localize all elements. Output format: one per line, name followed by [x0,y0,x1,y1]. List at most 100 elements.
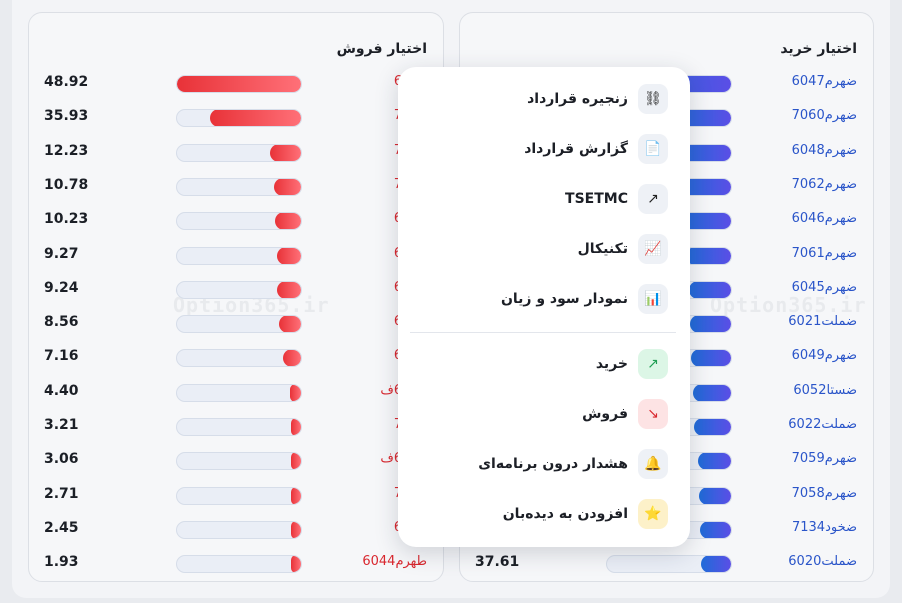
volume-bar [176,315,302,334]
menu-item-arrow-up-right[interactable]: ↗ خرید [596,348,668,380]
volume-bar-fill [291,521,301,538]
option-value: 9.27 [44,245,79,262]
menu-item-label: فروش [582,406,628,422]
sell_panel-option-row[interactable]: 605310.23 [29,211,443,231]
sell_panel-option-row[interactable]: 6023ف4.40 [29,383,443,403]
volume-bar [176,109,302,128]
sell_panel-option-row[interactable]: 60462.45 [29,520,443,540]
buy_panel-option-row[interactable]: ضملت6020 37.61 [460,554,873,574]
volume-bar-fill [291,487,301,504]
volume-bar [176,383,302,402]
option-symbol[interactable]: ضهرم6047 [792,74,857,89]
external-link-icon: ↗ [638,184,668,214]
volume-bar-fill [282,350,301,367]
sell_panel-option-row[interactable]: 706035.93 [29,108,443,128]
volume-bar-fill [698,487,731,504]
option-symbol[interactable]: ضهرم6046 [792,211,857,226]
option-symbol[interactable]: ضهرم7059 [792,451,857,466]
buy-panel-title: اختیار خرید [780,41,857,57]
volume-bar [176,555,302,574]
volume-bar-fill [693,419,731,435]
volume-bar-fill [279,316,301,333]
chain-icon: ⛓ [638,84,668,114]
sell_panel-option-row[interactable]: 60529.24 [29,280,443,300]
sell_panel-option-row[interactable]: 70582.71 [29,486,443,506]
option-value: 37.61 [475,554,520,571]
volume-bar-fill [291,453,301,470]
volume-bar-fill [692,384,731,401]
volume-bar-fill [700,521,731,538]
sell-options-panel: اختیار فروش Option365.ir 604848.92706035… [28,12,444,582]
sell_panel-option-row[interactable]: 604848.92 [29,74,443,94]
volume-bar-fill [691,350,731,367]
volume-bar-fill [683,213,731,230]
menu-item-bell[interactable]: 🔔 هشدار درون برنامه‌ای [478,448,668,480]
menu-item-external-link[interactable]: ↗ TSETMC [565,183,668,215]
volume-bar [176,452,302,471]
sell_panel-option-row[interactable]: 706210.78 [29,177,443,197]
menu-item-label: تکنیکال [577,241,628,257]
option-symbol[interactable]: ضملت6022 [788,417,857,432]
volume-bar-fill [688,281,731,298]
volume-bar-fill [697,453,731,470]
option-value: 8.56 [44,314,79,331]
bar-chart-icon: 📊 [638,284,668,314]
volume-bar-fill [690,316,731,333]
option-value: 2.71 [44,485,79,502]
option-symbol[interactable]: طهرم6044 [362,554,427,569]
menu-divider [410,332,676,333]
menu-item-star[interactable]: ⭐ افزودن به دیده‌بان [503,498,668,530]
sell_panel-option-row[interactable]: طهرم6044 1.93 [29,554,443,574]
context-menu: ⛓ زنجیره قرارداد 📄 گزارش قرارداد ↗ TSETMC 📈 تکن… [398,67,690,547]
volume-bar [176,349,302,368]
option-symbol[interactable]: ضهرم7061 [792,246,857,261]
menu-item-arrow-down-right[interactable]: ↘ فروش [582,398,668,430]
volume-bar [176,280,302,299]
option-symbol[interactable]: ضهرم7060 [792,108,857,123]
menu-item-label: نمودار سود و زیان [500,291,628,307]
option-symbol[interactable]: ضهرم6049 [792,348,857,363]
volume-bar-fill [291,556,301,573]
option-value: 12.23 [44,142,89,159]
option-value: 4.40 [44,382,79,399]
volume-bar [606,555,732,574]
menu-item-chart-line[interactable]: 📈 تکنیکال [578,233,668,265]
option-symbol[interactable]: ضملت6020 [788,554,857,569]
option-value: 3.21 [44,417,79,433]
menu-item-chain[interactable]: ⛓ زنجیره قرارداد [527,83,668,115]
volume-bar [176,212,302,231]
volume-bar-fill [273,178,301,195]
menu-item-label: افزودن به دیده‌بان [502,506,628,522]
menu-item-bar-chart[interactable]: 📊 نمودار سود و زیان [501,283,668,315]
menu-item-label: TSETMC [565,191,628,207]
option-symbol[interactable]: ضخود7134 [792,520,857,535]
option-symbol[interactable]: ضستا6052 [793,383,857,398]
option-symbol[interactable]: ضملت6021 [788,314,857,329]
option-value: 9.24 [44,279,79,296]
option-value: 35.93 [44,108,89,125]
volume-bar-fill [291,419,301,435]
volume-bar [176,75,302,93]
option-value: 10.23 [44,211,89,228]
volume-bar-fill [274,213,301,230]
option-symbol[interactable]: ضهرم7058 [792,486,857,501]
arrow-up-right-icon: ↗ [638,349,668,379]
menu-item-label: زنجیره قرارداد [527,91,628,107]
document-icon: 📄 [638,134,668,164]
option-value: 2.45 [44,519,79,536]
option-symbol[interactable]: ضهرم6045 [792,280,857,295]
sell_panel-option-row[interactable]: 60459.27 [29,246,443,266]
sell_panel-option-row[interactable]: 70593.21 [29,417,443,437]
sell_panel-option-row[interactable]: 6022ف3.06 [29,451,443,471]
volume-bar-fill [210,110,301,127]
volume-bar-fill [289,384,301,401]
sell_panel-option-row[interactable]: 60478.56 [29,314,443,334]
menu-item-document[interactable]: 📄 گزارش قرارداد [524,133,668,165]
option-symbol[interactable]: ضهرم7062 [792,177,857,192]
option-symbol[interactable]: ضهرم6048 [792,143,857,158]
sell_panel-option-row[interactable]: 706112.23 [29,143,443,163]
volume-bar-fill [701,556,731,573]
menu-item-label: خرید [595,356,628,372]
sell_panel-option-row[interactable]: 60497.16 [29,348,443,368]
bell-icon: 🔔 [638,449,668,479]
